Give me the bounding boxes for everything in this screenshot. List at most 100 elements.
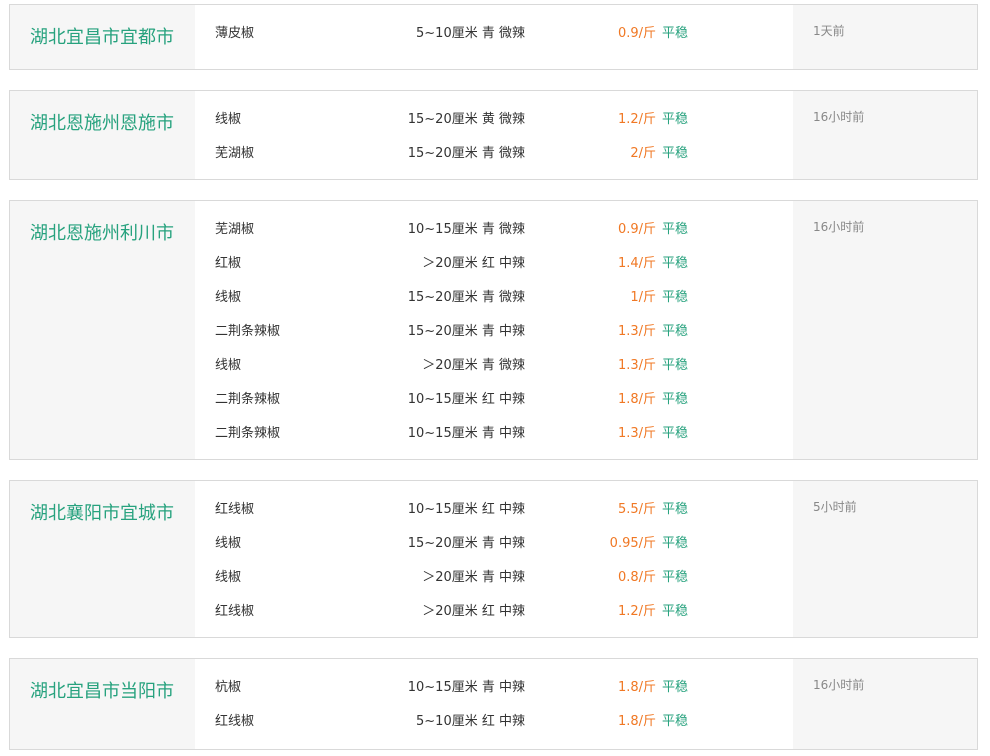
product-spec: ＞20厘米 青 微辣 xyxy=(422,358,525,373)
price-trend: 平稳 xyxy=(662,426,689,441)
product-price: 1.4/斤 xyxy=(617,256,656,271)
product-row[interactable]: 线椒 15~20厘米 青 中辣 0.95/斤 平稳 xyxy=(195,527,793,561)
product-name: 薄皮椒 xyxy=(215,26,255,41)
product-row[interactable]: 红线椒 5~10厘米 红 中辣 1.8/斤 平稳 xyxy=(195,705,793,739)
price-trend: 平稳 xyxy=(662,112,689,127)
product-spec: 15~20厘米 青 中辣 xyxy=(407,536,525,551)
region-link[interactable]: 湖北恩施州利川市 xyxy=(30,221,174,247)
product-row[interactable]: 红线椒 ＞20厘米 红 中辣 1.2/斤 平稳 xyxy=(195,595,793,629)
product-name: 二荆条辣椒 xyxy=(215,324,281,339)
product-name: 线椒 xyxy=(215,358,242,373)
product-list: 薄皮椒 5~10厘米 青 微辣 0.9/斤 平稳 xyxy=(195,5,793,69)
product-price: 1.8/斤 xyxy=(617,714,656,729)
product-name: 线椒 xyxy=(215,570,242,585)
product-name: 芜湖椒 xyxy=(215,222,255,237)
listing-card: 湖北恩施州利川市 芜湖椒 10~15厘米 青 微辣 0.9/斤 平稳 红椒 ＞20厘米 红 … xyxy=(9,200,978,460)
product-spec: 15~20厘米 青 微辣 xyxy=(407,146,525,161)
product-list: 芜湖椒 10~15厘米 青 微辣 0.9/斤 平稳 红椒 ＞20厘米 红 中辣 1.4/斤平… xyxy=(195,201,793,459)
region-link[interactable]: 湖北恩施州恩施市 xyxy=(30,111,174,137)
post-time: 16小时前 xyxy=(813,220,865,234)
price-trend: 平稳 xyxy=(662,256,689,271)
product-row[interactable]: 线椒 15~20厘米 青 微辣 1/斤 平稳 xyxy=(195,281,793,315)
product-price: 5.5/斤 xyxy=(617,502,656,517)
price-trend: 平稳 xyxy=(662,604,689,619)
product-name: 红线椒 xyxy=(215,714,255,729)
price-trend: 平稳 xyxy=(662,146,689,161)
product-price: 0.9/斤 xyxy=(617,26,656,41)
product-spec: 10~15厘米 红 中辣 xyxy=(407,502,525,517)
product-price: 1.3/斤 xyxy=(617,358,656,373)
product-row[interactable]: 线椒 ＞20厘米 青 微辣 1.3/斤 平稳 xyxy=(195,349,793,383)
post-time: 16小时前 xyxy=(813,110,865,124)
product-price: 0.8/斤 xyxy=(617,570,656,585)
price-trend: 平稳 xyxy=(662,502,689,517)
product-row[interactable]: 薄皮椒 5~10厘米 青 微辣 0.9/斤 平稳 xyxy=(195,17,793,51)
product-spec: ＞20厘米 红 中辣 xyxy=(422,256,525,271)
product-name: 线椒 xyxy=(215,112,242,127)
price-trend: 平稳 xyxy=(662,358,689,373)
product-name: 线椒 xyxy=(215,536,242,551)
listing-card: 湖北宜昌市宜都市 薄皮椒 5~10厘米 青 微辣 0.9/斤 平稳 1天前 xyxy=(9,4,978,70)
product-price: 1.3/斤 xyxy=(617,324,656,339)
price-trend: 平稳 xyxy=(662,222,689,237)
product-name: 红线椒 xyxy=(215,604,255,619)
product-price: 0.95/斤 xyxy=(609,536,656,551)
product-spec: 10~15厘米 青 中辣 xyxy=(407,426,525,441)
product-list: 杭椒 10~15厘米 青 中辣 1.8/斤 平稳 红线椒 5~10厘米 红 中辣 1.8/斤… xyxy=(195,659,793,749)
product-price: 1.3/斤 xyxy=(617,426,656,441)
price-trend: 平稳 xyxy=(662,570,689,585)
product-row[interactable]: 杭椒 10~15厘米 青 中辣 1.8/斤 平稳 xyxy=(195,671,793,705)
region-link[interactable]: 湖北宜昌市当阳市 xyxy=(30,679,174,705)
listing-card: 湖北宜昌市当阳市 杭椒 10~15厘米 青 中辣 1.8/斤 平稳 红线椒 5~10厘米 红… xyxy=(9,658,978,750)
listing-card: 湖北恩施州恩施市 线椒 15~20厘米 黄 微辣 1.2/斤 平稳 芜湖椒 15~20厘米 … xyxy=(9,90,978,180)
product-price: 2/斤 xyxy=(630,146,656,161)
product-row[interactable]: 红线椒 10~15厘米 红 中辣 5.5/斤 平稳 xyxy=(195,493,793,527)
product-row[interactable]: 芜湖椒 15~20厘米 青 微辣 2/斤 平稳 xyxy=(195,137,793,171)
product-spec: 5~10厘米 青 微辣 xyxy=(416,26,525,41)
product-spec: 15~20厘米 青 微辣 xyxy=(407,290,525,305)
product-price: 1.8/斤 xyxy=(617,680,656,695)
post-time: 5小时前 xyxy=(813,500,857,514)
product-price: 1/斤 xyxy=(630,290,656,305)
listing-card: 湖北襄阳市宜城市 红线椒 10~15厘米 红 中辣 5.5/斤 平稳 线椒 15~20厘米 … xyxy=(9,480,978,638)
product-spec: 15~20厘米 黄 微辣 xyxy=(407,112,525,127)
product-row[interactable]: 线椒 ＞20厘米 青 中辣 0.8/斤 平稳 xyxy=(195,561,793,595)
price-trend: 平稳 xyxy=(662,536,689,551)
product-name: 二荆条辣椒 xyxy=(215,392,281,407)
product-price: 1.2/斤 xyxy=(617,112,656,127)
post-time: 16小时前 xyxy=(813,678,865,692)
product-name: 红椒 xyxy=(215,256,242,271)
product-spec: ＞20厘米 青 中辣 xyxy=(422,570,525,585)
product-list: 线椒 15~20厘米 黄 微辣 1.2/斤 平稳 芜湖椒 15~20厘米 青 微辣 2/斤平… xyxy=(195,91,793,179)
product-spec: 5~10厘米 红 中辣 xyxy=(416,714,525,729)
price-trend: 平稳 xyxy=(662,26,689,41)
product-row[interactable]: 红椒 ＞20厘米 红 中辣 1.4/斤 平稳 xyxy=(195,247,793,281)
product-row[interactable]: 芜湖椒 10~15厘米 青 微辣 0.9/斤 平稳 xyxy=(195,213,793,247)
product-spec: ＞20厘米 红 中辣 xyxy=(422,604,525,619)
product-name: 红线椒 xyxy=(215,502,255,517)
product-price: 0.9/斤 xyxy=(617,222,656,237)
product-row[interactable]: 线椒 15~20厘米 黄 微辣 1.2/斤 平稳 xyxy=(195,103,793,137)
product-name: 芜湖椒 xyxy=(215,146,255,161)
price-trend: 平稳 xyxy=(662,392,689,407)
product-spec: 15~20厘米 青 中辣 xyxy=(407,324,525,339)
product-row[interactable]: 二荆条辣椒 10~15厘米 青 中辣 1.3/斤 平稳 xyxy=(195,417,793,451)
product-spec: 10~15厘米 青 中辣 xyxy=(407,680,525,695)
region-link[interactable]: 湖北襄阳市宜城市 xyxy=(30,501,174,527)
product-name: 杭椒 xyxy=(215,680,242,695)
price-trend: 平稳 xyxy=(662,714,689,729)
product-list: 红线椒 10~15厘米 红 中辣 5.5/斤 平稳 线椒 15~20厘米 青 中辣 0.95… xyxy=(195,481,793,637)
price-trend: 平稳 xyxy=(662,324,689,339)
product-name: 线椒 xyxy=(215,290,242,305)
price-listing-list: 湖北宜昌市宜都市 薄皮椒 5~10厘米 青 微辣 0.9/斤 平稳 1天前 湖北恩施州恩施市… xyxy=(0,0,990,756)
post-time: 1天前 xyxy=(813,24,845,38)
region-link[interactable]: 湖北宜昌市宜都市 xyxy=(30,25,174,51)
price-trend: 平稳 xyxy=(662,290,689,305)
product-row[interactable]: 二荆条辣椒 10~15厘米 红 中辣 1.8/斤 平稳 xyxy=(195,383,793,417)
product-spec: 10~15厘米 青 微辣 xyxy=(407,222,525,237)
product-spec: 10~15厘米 红 中辣 xyxy=(407,392,525,407)
product-name: 二荆条辣椒 xyxy=(215,426,281,441)
product-price: 1.2/斤 xyxy=(617,604,656,619)
price-trend: 平稳 xyxy=(662,680,689,695)
product-row[interactable]: 二荆条辣椒 15~20厘米 青 中辣 1.3/斤 平稳 xyxy=(195,315,793,349)
